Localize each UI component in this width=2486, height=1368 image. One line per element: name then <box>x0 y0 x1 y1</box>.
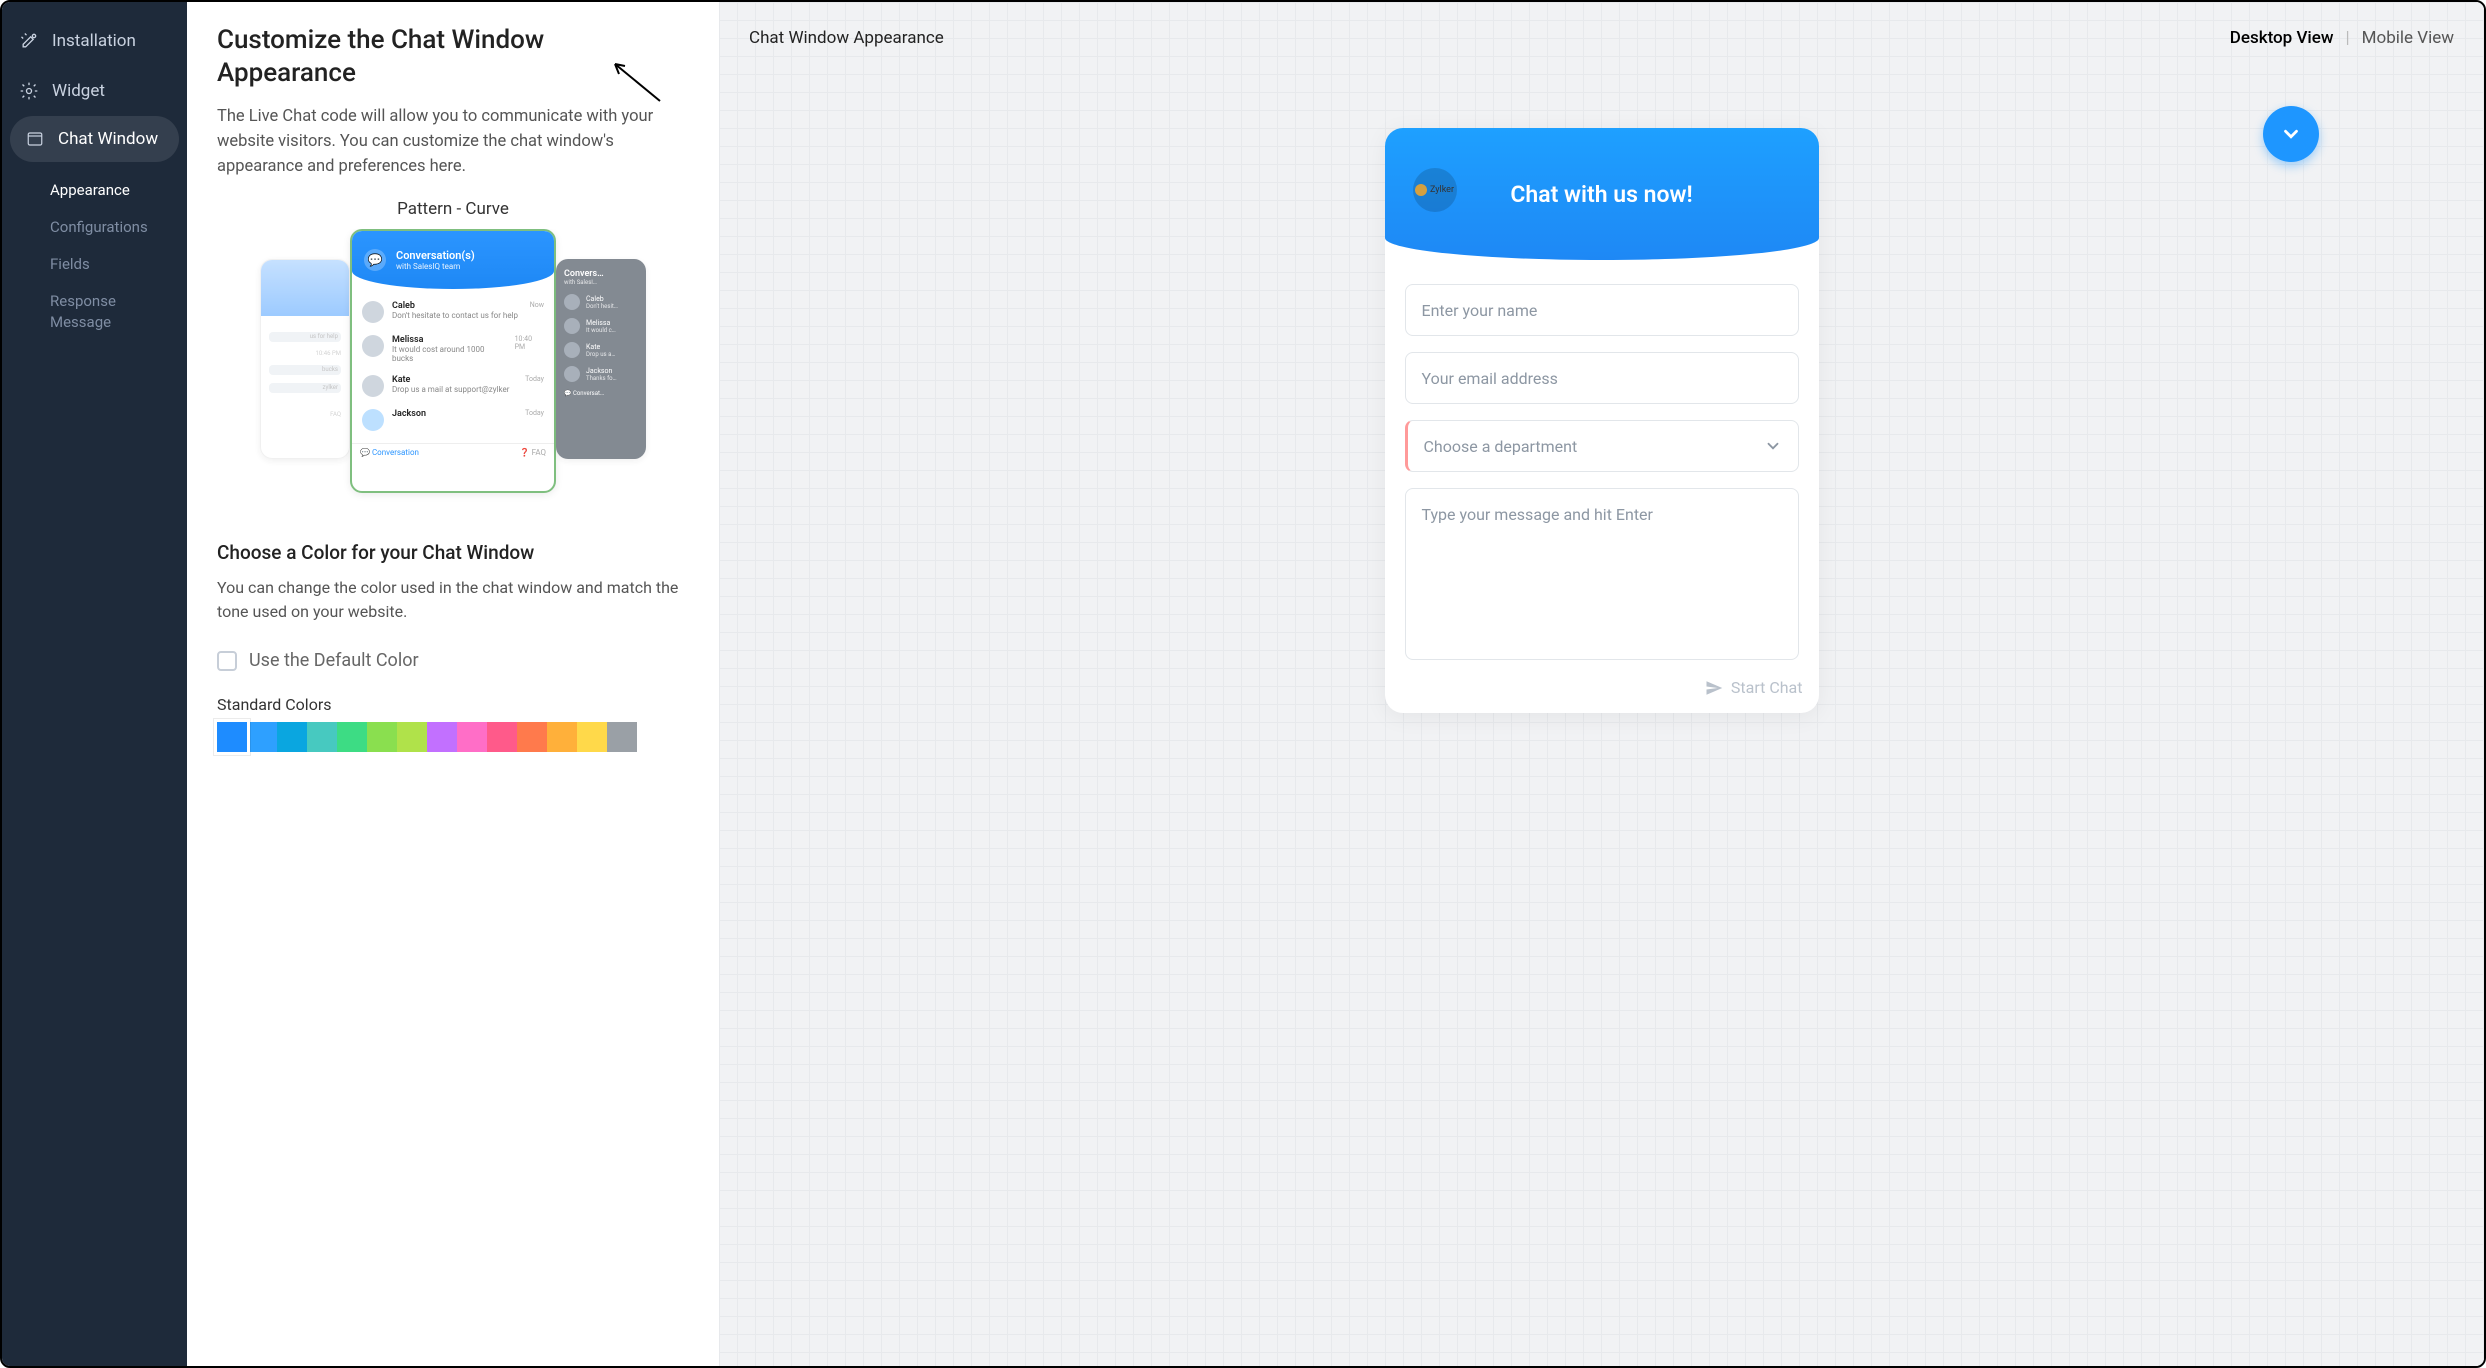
name-input[interactable]: Enter your name <box>1405 284 1799 336</box>
desktop-view-tab[interactable]: Desktop View <box>2230 28 2334 48</box>
chat-launcher-fab[interactable] <box>2263 106 2319 162</box>
sidebar: Installation Widget Chat Window Appearan… <box>2 2 187 1366</box>
color-swatch[interactable] <box>427 722 457 752</box>
color-swatch[interactable] <box>217 722 247 752</box>
sidebar-sub-response-message[interactable]: Response Message <box>2 283 187 341</box>
list-item: KateDrop us a mail at support@zylkerToda… <box>362 369 544 403</box>
email-input[interactable]: Your email address <box>1405 352 1799 404</box>
sidebar-sub-fields[interactable]: Fields <box>2 246 187 283</box>
color-section-desc: You can change the color used in the cha… <box>217 576 689 624</box>
sidebar-item-installation[interactable]: Installation <box>2 16 187 66</box>
department-select[interactable]: Choose a department <box>1405 420 1799 472</box>
mobile-view-tab[interactable]: Mobile View <box>2362 28 2454 48</box>
list-item: MelissaIt would cost around 1000 bucks10… <box>362 329 544 369</box>
chat-widget: Zylker Chat with us now! Enter your name… <box>1385 128 1819 713</box>
default-color-label: Use the Default Color <box>249 650 419 671</box>
chat-widget-header: Zylker Chat with us now! <box>1385 128 1819 260</box>
sidebar-item-label: Widget <box>52 81 105 101</box>
tools-icon <box>18 30 40 52</box>
preview-title: Conversation(s) <box>396 249 475 262</box>
color-swatch[interactable] <box>487 722 517 752</box>
chat-widget-title: Chat with us now! <box>1510 181 1692 208</box>
color-swatches <box>217 722 689 752</box>
sidebar-item-widget[interactable]: Widget <box>2 66 187 116</box>
pattern-option-next[interactable]: Convers… with SalesI… CalebDon't hesit… … <box>556 259 646 459</box>
color-swatch[interactable] <box>247 722 277 752</box>
sidebar-item-label: Chat Window <box>58 129 158 149</box>
view-toggle: Desktop View | Mobile View <box>2230 28 2454 48</box>
color-swatch[interactable] <box>577 722 607 752</box>
default-color-checkbox[interactable] <box>217 651 237 671</box>
main: Customize the Chat Window Appearance The… <box>187 2 2484 1366</box>
color-swatch[interactable] <box>607 722 637 752</box>
sidebar-sub-configurations[interactable]: Configurations <box>2 209 187 246</box>
color-swatch[interactable] <box>517 722 547 752</box>
color-swatch[interactable] <box>277 722 307 752</box>
color-swatch[interactable] <box>367 722 397 752</box>
sidebar-subnav: Appearance Configurations Fields Respons… <box>2 172 187 341</box>
chat-bubble-icon: 💬 <box>364 249 386 271</box>
preview-header: Chat Window Appearance <box>749 28 944 48</box>
color-swatch[interactable] <box>547 722 577 752</box>
pattern-option-selected[interactable]: 💬 Conversation(s) with SalesIQ team Cale… <box>350 229 556 493</box>
brand-logo: Zylker <box>1413 168 1457 212</box>
message-textarea[interactable]: Type your message and hit Enter <box>1405 488 1799 660</box>
pointer-arrow-icon <box>605 56 665 106</box>
start-chat-label: Start Chat <box>1731 678 1803 697</box>
list-item: CalebDon't hesitate to contact us for he… <box>362 295 544 329</box>
chevron-down-icon <box>2280 123 2302 145</box>
gear-icon <box>18 80 40 102</box>
department-placeholder: Choose a department <box>1424 437 1578 456</box>
sidebar-item-label: Installation <box>52 31 136 51</box>
sidebar-sub-appearance[interactable]: Appearance <box>2 172 187 209</box>
separator: | <box>2346 28 2350 48</box>
list-item: JacksonToday <box>362 403 544 437</box>
pattern-option-prev[interactable]: us for help 10:46 PM bucks zylker FAQ <box>260 259 350 459</box>
color-swatch[interactable] <box>397 722 427 752</box>
pattern-label: Pattern - Curve <box>217 199 689 219</box>
app-root: Installation Widget Chat Window Appearan… <box>0 0 2486 1368</box>
color-swatch[interactable] <box>337 722 367 752</box>
preview-panel: Chat Window Appearance Desktop View | Mo… <box>719 2 2484 1366</box>
pattern-carousel: us for help 10:46 PM bucks zylker FAQ 💬 … <box>217 229 689 519</box>
color-section-heading: Choose a Color for your Chat Window <box>217 541 689 564</box>
sidebar-item-chat-window[interactable]: Chat Window <box>10 116 179 162</box>
color-swatch[interactable] <box>307 722 337 752</box>
start-chat-button[interactable]: Start Chat <box>1385 672 1819 713</box>
preview-subtitle: with SalesIQ team <box>396 262 475 271</box>
page-description: The Live Chat code will allow you to com… <box>217 105 689 179</box>
color-swatch[interactable] <box>457 722 487 752</box>
send-icon <box>1705 679 1723 697</box>
config-panel: Customize the Chat Window Appearance The… <box>187 2 719 1366</box>
standard-colors-label: Standard Colors <box>217 695 689 714</box>
chevron-down-icon <box>1764 437 1782 455</box>
window-icon <box>24 128 46 150</box>
